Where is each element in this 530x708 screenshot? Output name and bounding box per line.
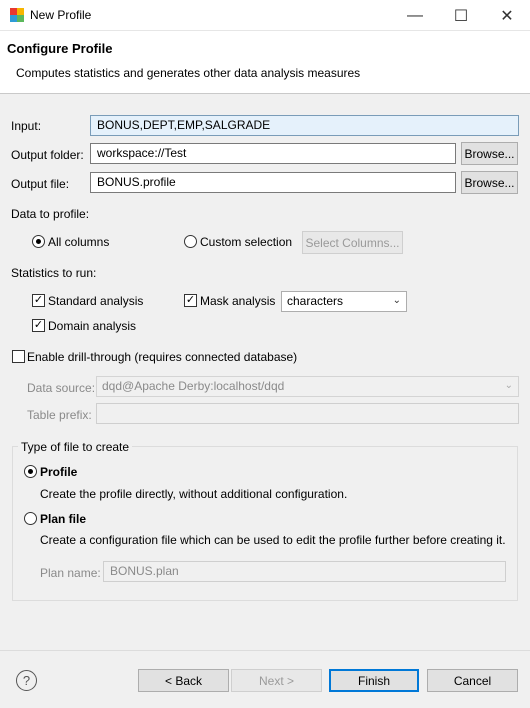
help-icon[interactable]: ?: [16, 670, 37, 691]
cancel-button[interactable]: Cancel: [427, 669, 518, 692]
input-field[interactable]: BONUS,DEPT,EMP,SALGRADE: [90, 115, 519, 136]
maximize-button[interactable]: ☐: [438, 0, 484, 31]
output-file-label: Output file:: [11, 177, 70, 191]
plan-name-field[interactable]: BONUS.plan: [103, 561, 506, 582]
data-source-select[interactable]: dqd@Apache Derby:localhost/dqd ⌄: [96, 376, 519, 397]
standard-analysis-label[interactable]: Standard analysis: [48, 294, 143, 308]
custom-selection-radio[interactable]: [184, 235, 197, 248]
maximize-icon: ☐: [453, 7, 469, 25]
domain-analysis-checkbox[interactable]: ✓: [32, 319, 45, 332]
minimize-icon: —: [407, 6, 423, 24]
plan-file-radio-label[interactable]: Plan file: [40, 512, 86, 526]
window-title: New Profile: [30, 8, 92, 22]
profile-radio[interactable]: [24, 465, 37, 478]
mask-type-select[interactable]: characters ⌄: [281, 291, 407, 312]
next-button[interactable]: Next >: [231, 669, 322, 692]
app-icon: [10, 8, 24, 22]
data-source-label: Data source:: [27, 381, 96, 395]
browse-file-button[interactable]: Browse...: [461, 171, 518, 194]
close-icon: ✕: [500, 7, 514, 25]
finish-button[interactable]: Finish: [329, 669, 419, 692]
drill-through-label[interactable]: Enable drill-through (requires connected…: [27, 350, 297, 364]
minimize-button[interactable]: —: [392, 0, 438, 31]
footer-divider: [0, 650, 530, 651]
plan-file-description: Create a configuration file which can be…: [40, 533, 506, 547]
data-to-profile-label: Data to profile:: [11, 207, 90, 221]
statistics-label: Statistics to run:: [11, 266, 97, 280]
plan-name-label: Plan name:: [40, 566, 101, 580]
close-button[interactable]: ✕: [484, 0, 530, 31]
output-file-field[interactable]: BONUS.profile: [90, 172, 456, 193]
back-button[interactable]: < Back: [138, 669, 229, 692]
file-type-legend: Type of file to create: [18, 440, 133, 454]
mask-type-value: characters: [287, 294, 344, 308]
plan-file-radio[interactable]: [24, 512, 37, 525]
all-columns-label[interactable]: All columns: [48, 235, 109, 249]
mask-analysis-checkbox[interactable]: ✓: [184, 294, 197, 307]
input-label: Input:: [11, 119, 42, 133]
profile-radio-label[interactable]: Profile: [40, 465, 77, 479]
page-description: Computes statistics and generates other …: [16, 66, 361, 80]
table-prefix-label: Table prefix:: [27, 408, 92, 422]
all-columns-radio[interactable]: [32, 235, 45, 248]
domain-analysis-label[interactable]: Domain analysis: [48, 319, 136, 333]
browse-folder-button[interactable]: Browse...: [461, 142, 518, 165]
output-folder-field[interactable]: workspace://Test: [90, 143, 456, 164]
table-prefix-field[interactable]: [96, 403, 519, 424]
standard-analysis-checkbox[interactable]: ✓: [32, 294, 45, 307]
custom-selection-label[interactable]: Custom selection: [200, 235, 292, 249]
mask-analysis-label[interactable]: Mask analysis: [200, 294, 275, 308]
page-title: Configure Profile: [7, 41, 113, 56]
output-folder-label: Output folder:: [11, 148, 84, 162]
chevron-down-icon: ⌄: [392, 295, 401, 306]
data-source-value: dqd@Apache Derby:localhost/dqd: [102, 379, 285, 393]
drill-through-checkbox[interactable]: [12, 350, 25, 363]
chevron-down-icon: ⌄: [504, 380, 513, 391]
select-columns-button[interactable]: Select Columns...: [302, 231, 403, 254]
profile-description: Create the profile directly, without add…: [40, 487, 348, 501]
